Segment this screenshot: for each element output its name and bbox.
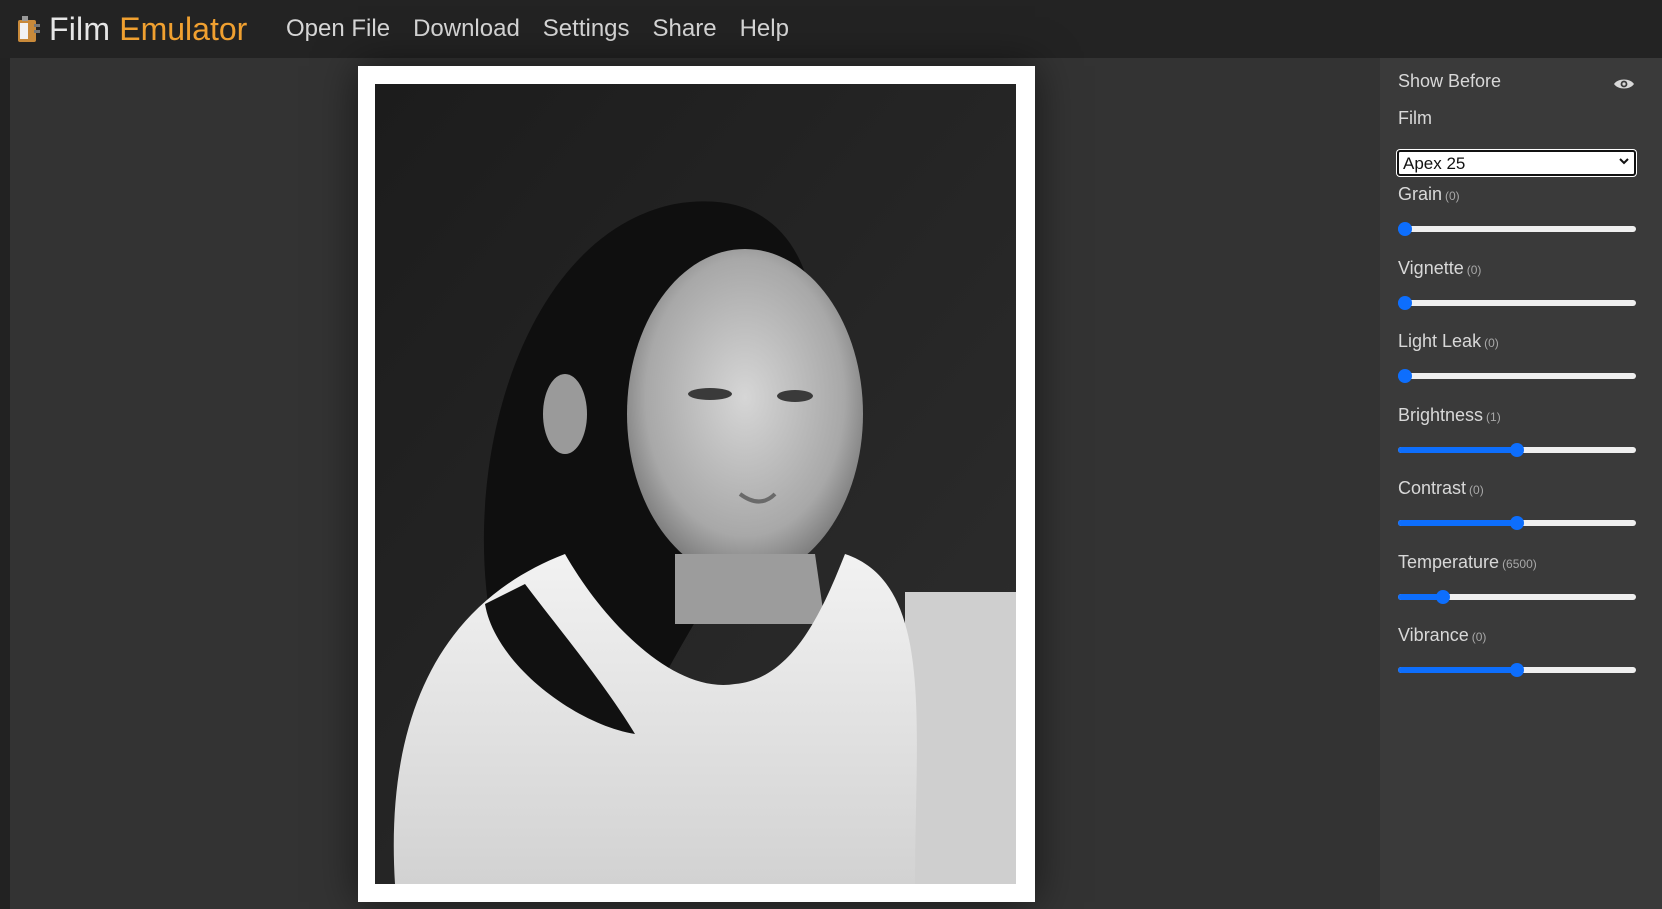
brightness-label-text: Brightness [1398, 405, 1484, 425]
brand-name: Film [49, 10, 111, 47]
light-leak-slider[interactable] [1398, 366, 1636, 386]
image-workspace [10, 58, 1380, 909]
film-label: Film [1398, 108, 1432, 128]
contrast-slider-fill [1398, 520, 1517, 526]
vibrance-slider-thumb[interactable] [1510, 663, 1524, 677]
vibrance-label-text: Vibrance [1398, 625, 1469, 645]
photo-frame [358, 66, 1035, 902]
vibrance-label: Vibrance (0) [1398, 625, 1486, 646]
nav-settings[interactable]: Settings [543, 14, 630, 44]
temperature-label: Temperature (6500) [1398, 552, 1537, 573]
vibrance-slider-fill [1398, 667, 1517, 673]
top-navbar: Film Emulator Open File Download Setting… [0, 0, 1662, 58]
brightness-slider[interactable] [1398, 440, 1636, 460]
eye-icon[interactable] [1613, 77, 1635, 91]
contrast-label-text: Contrast [1398, 478, 1467, 498]
temperature-slider[interactable] [1398, 587, 1636, 607]
vignette-label: Vignette (0) [1398, 258, 1481, 279]
grain-slider-thumb[interactable] [1398, 222, 1412, 236]
light-leak-label: Light Leak (0) [1398, 331, 1499, 352]
grain-label-text: Grain [1398, 184, 1443, 204]
brightness-slider-thumb[interactable] [1510, 443, 1524, 457]
temperature-label-text: Temperature [1398, 552, 1500, 572]
contrast-slider-thumb[interactable] [1510, 516, 1524, 530]
film-select-value: Apex 25 [1403, 154, 1466, 173]
brightness-slider-fill [1398, 447, 1517, 453]
nav-download[interactable]: Download [413, 14, 520, 44]
temperature-value: (6500) [1502, 557, 1537, 571]
grain-value: (0) [1445, 189, 1460, 203]
light-leak-slider-thumb[interactable] [1398, 369, 1412, 383]
film-canister-icon [18, 16, 40, 42]
nav-help[interactable]: Help [740, 14, 789, 44]
vibrance-slider[interactable] [1398, 660, 1636, 680]
settings-panel: Show Before Film Apex 25 Grain (0) Vignett… [1380, 58, 1662, 909]
vignette-label-text: Vignette [1398, 258, 1464, 278]
vignette-slider-thumb[interactable] [1398, 296, 1412, 310]
light-leak-label-text: Light Leak [1398, 331, 1482, 351]
contrast-slider[interactable] [1398, 513, 1636, 533]
light-leak-slider-track[interactable] [1398, 373, 1636, 379]
vibrance-value: (0) [1471, 630, 1487, 644]
vignette-slider-track[interactable] [1398, 300, 1636, 306]
contrast-label: Contrast (0) [1398, 478, 1484, 499]
nav-open-file[interactable]: Open File [286, 14, 390, 44]
nav-share[interactable]: Share [653, 14, 717, 44]
portrait-photo-image [375, 84, 1016, 884]
vignette-value: (0) [1466, 263, 1482, 277]
preview-photo [375, 84, 1016, 884]
grain-label: Grain (0) [1398, 184, 1460, 205]
grain-slider-track[interactable] [1398, 226, 1636, 232]
brightness-value: (1) [1486, 410, 1501, 424]
brand-name-accent: Emulator [119, 10, 248, 47]
chevron-down-icon [1619, 158, 1629, 165]
vignette-slider[interactable] [1398, 293, 1636, 313]
temperature-slider-thumb[interactable] [1436, 590, 1451, 604]
film-select[interactable]: Apex 25 [1397, 150, 1636, 176]
main-nav: Open File Download Settings Share Help [286, 14, 812, 44]
contrast-value: (0) [1469, 483, 1484, 497]
brightness-label: Brightness (1) [1398, 405, 1501, 426]
grain-slider[interactable] [1398, 219, 1636, 239]
show-before-label[interactable]: Show Before [1398, 71, 1501, 92]
light-leak-value: (0) [1484, 336, 1499, 350]
brand[interactable]: Film Emulator [15, 8, 247, 50]
